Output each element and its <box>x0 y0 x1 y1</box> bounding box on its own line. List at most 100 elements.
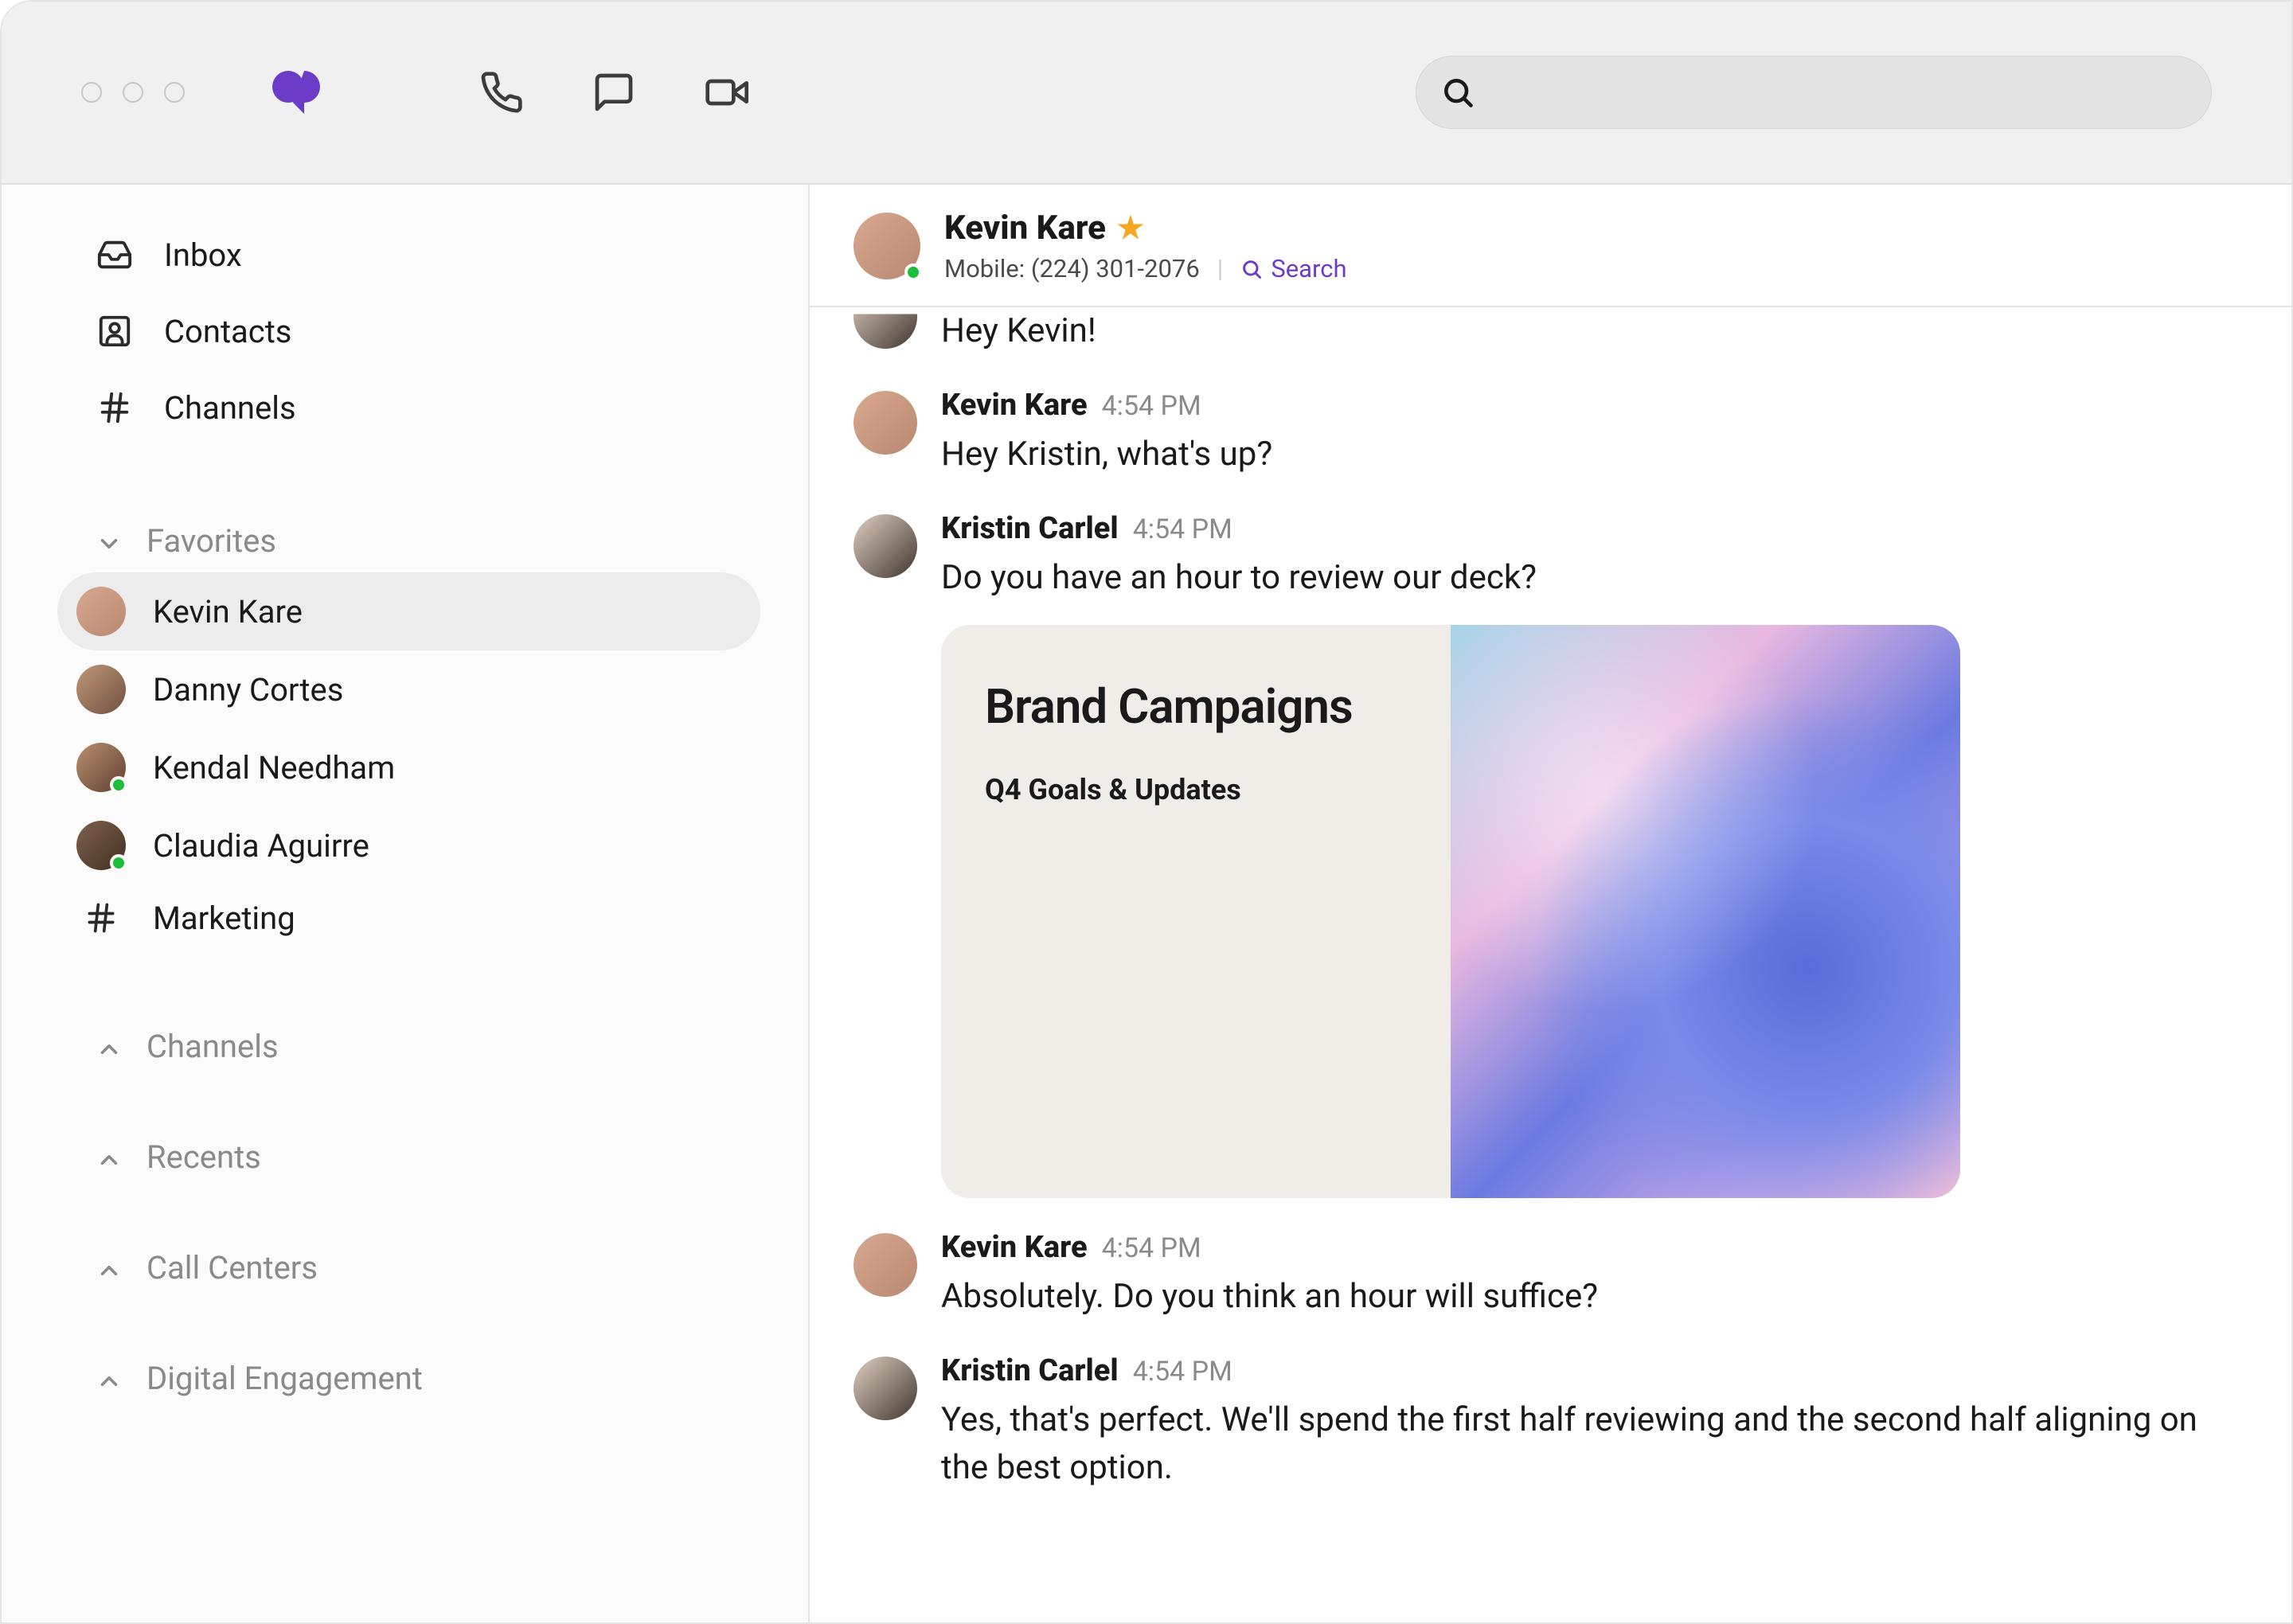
message: Kevin Kare 4:54 PM Hey Kristin, what's u… <box>854 388 2248 479</box>
minimize-window-button[interactable] <box>123 82 143 103</box>
search-input[interactable] <box>1416 56 2212 129</box>
titlebar <box>2 2 2291 185</box>
presence-indicator <box>904 264 922 281</box>
nav-channels[interactable]: Channels <box>81 369 760 446</box>
section-label: Digital Engagement <box>146 1360 423 1397</box>
message-author: Kristin Carlel <box>941 511 1119 546</box>
favorite-label: Kendal Needham <box>153 749 395 787</box>
hash-icon <box>96 388 134 427</box>
message-body: Do you have an hour to review our deck? <box>941 554 1960 603</box>
nav-label: Contacts <box>164 313 291 350</box>
message-time: 4:54 PM <box>1102 1232 1201 1264</box>
conversation-pane: Kevin Kare ★ Mobile: (224) 301-2076 | Se… <box>810 185 2291 1624</box>
attachment-title: Brand Campaigns <box>985 681 1407 733</box>
chat-icon[interactable] <box>592 70 636 115</box>
search-icon <box>1440 75 1475 110</box>
avatar <box>854 514 917 578</box>
message: Hey Kevin! <box>854 307 2248 356</box>
favorite-label: Kevin Kare <box>153 593 303 630</box>
chevron-down-icon <box>96 528 123 555</box>
avatar <box>76 821 126 870</box>
message-body: Hey Kevin! <box>941 307 1096 356</box>
mobile-number: Mobile: (224) 301-2076 <box>944 254 1200 283</box>
message-thread[interactable]: Hey Kevin! Kevin Kare 4:54 PM Hey Kristi… <box>810 307 2291 1624</box>
section-call-centers[interactable]: Call Centers <box>81 1236 760 1299</box>
maximize-window-button[interactable] <box>164 82 185 103</box>
presence-indicator <box>110 776 127 794</box>
section-label: Call Centers <box>146 1249 318 1286</box>
contact-name: Kevin Kare <box>944 209 1106 248</box>
favorite-kevin-kare[interactable]: Kevin Kare <box>57 572 760 650</box>
message-body: Yes, that's perfect. We'll spend the fir… <box>941 1396 2248 1493</box>
section-recents[interactable]: Recents <box>81 1126 760 1189</box>
avatar <box>854 391 917 455</box>
message: Kevin Kare 4:54 PM Absolutely. Do you th… <box>854 1230 2248 1321</box>
app-logo <box>272 69 328 115</box>
nav-label: Channels <box>164 389 296 427</box>
attachment-subtitle: Q4 Goals & Updates <box>985 773 1407 806</box>
nav-contacts[interactable]: Contacts <box>81 293 760 369</box>
avatar <box>854 1233 917 1297</box>
avatar <box>854 213 920 279</box>
chevron-up-icon <box>96 1255 123 1282</box>
section-label: Recents <box>146 1138 261 1176</box>
phone-icon[interactable] <box>479 70 524 115</box>
nav-label: Inbox <box>164 236 242 274</box>
nav-inbox[interactable]: Inbox <box>81 217 760 293</box>
conversation-title: Kevin Kare ★ <box>944 209 1347 248</box>
sidebar: Inbox Contacts Channels <box>2 185 810 1624</box>
search-conversation-button[interactable]: Search <box>1240 254 1346 283</box>
attachment-image <box>1451 625 1960 1198</box>
search-label: Search <box>1271 254 1346 283</box>
presence-indicator <box>110 854 127 872</box>
chevron-up-icon <box>96 1144 123 1171</box>
message-body: Hey Kristin, what's up? <box>941 431 1272 479</box>
message-author: Kevin Kare <box>941 388 1088 423</box>
attachment-card[interactable]: Brand Campaigns Q4 Goals & Updates <box>941 625 1960 1198</box>
close-window-button[interactable] <box>81 82 102 103</box>
favorite-label: Danny Cortes <box>153 671 343 709</box>
favorite-kendal-needham[interactable]: Kendal Needham <box>57 728 760 806</box>
avatar <box>76 743 126 792</box>
search-icon <box>1240 258 1263 280</box>
avatar <box>76 665 126 714</box>
star-icon[interactable]: ★ <box>1117 210 1144 246</box>
toolbar-icons <box>479 70 748 115</box>
video-icon[interactable] <box>704 70 748 115</box>
section-label: Channels <box>146 1028 279 1065</box>
hash-icon <box>76 899 126 937</box>
favorite-claudia-aguirre[interactable]: Claudia Aguirre <box>57 806 760 884</box>
favorite-label: Claudia Aguirre <box>153 827 369 865</box>
message-time: 4:54 PM <box>1102 390 1201 422</box>
favorite-marketing[interactable]: Marketing <box>57 884 760 951</box>
chevron-up-icon <box>96 1033 123 1060</box>
avatar <box>76 587 126 636</box>
section-channels[interactable]: Channels <box>81 1015 760 1078</box>
message: Kristin Carlel 4:54 PM Do you have an ho… <box>854 511 2248 1198</box>
collapsed-sections: Channels Recents Call Centers <box>81 1015 760 1410</box>
app-window: Inbox Contacts Channels <box>0 0 2293 1624</box>
conversation-subtitle: Mobile: (224) 301-2076 | Search <box>944 254 1347 283</box>
message-time: 4:54 PM <box>1133 513 1232 545</box>
message: Kristin Carlel 4:54 PM Yes, that's perfe… <box>854 1353 2248 1493</box>
favorite-danny-cortes[interactable]: Danny Cortes <box>57 650 760 728</box>
favorites-header[interactable]: Favorites <box>81 509 760 572</box>
conversation-header: Kevin Kare ★ Mobile: (224) 301-2076 | Se… <box>810 185 2291 307</box>
section-favorites: Favorites Kevin Kare Danny Cortes Kendal… <box>81 509 760 951</box>
section-digital-engagement[interactable]: Digital Engagement <box>81 1347 760 1410</box>
window-controls <box>81 82 185 103</box>
favorite-label: Marketing <box>153 900 295 937</box>
divider: | <box>1217 254 1224 283</box>
attachment-text: Brand Campaigns Q4 Goals & Updates <box>941 625 1451 1198</box>
inbox-icon <box>96 236 134 274</box>
avatar <box>854 307 917 349</box>
message-author: Kristin Carlel <box>941 1353 1119 1388</box>
message-time: 4:54 PM <box>1133 1356 1232 1388</box>
content: Inbox Contacts Channels <box>2 185 2291 1624</box>
chevron-up-icon <box>96 1365 123 1392</box>
message-body: Absolutely. Do you think an hour will su… <box>941 1273 1598 1321</box>
section-label: Favorites <box>146 522 276 560</box>
contacts-icon <box>96 312 134 350</box>
avatar <box>854 1357 917 1420</box>
message-author: Kevin Kare <box>941 1230 1088 1265</box>
